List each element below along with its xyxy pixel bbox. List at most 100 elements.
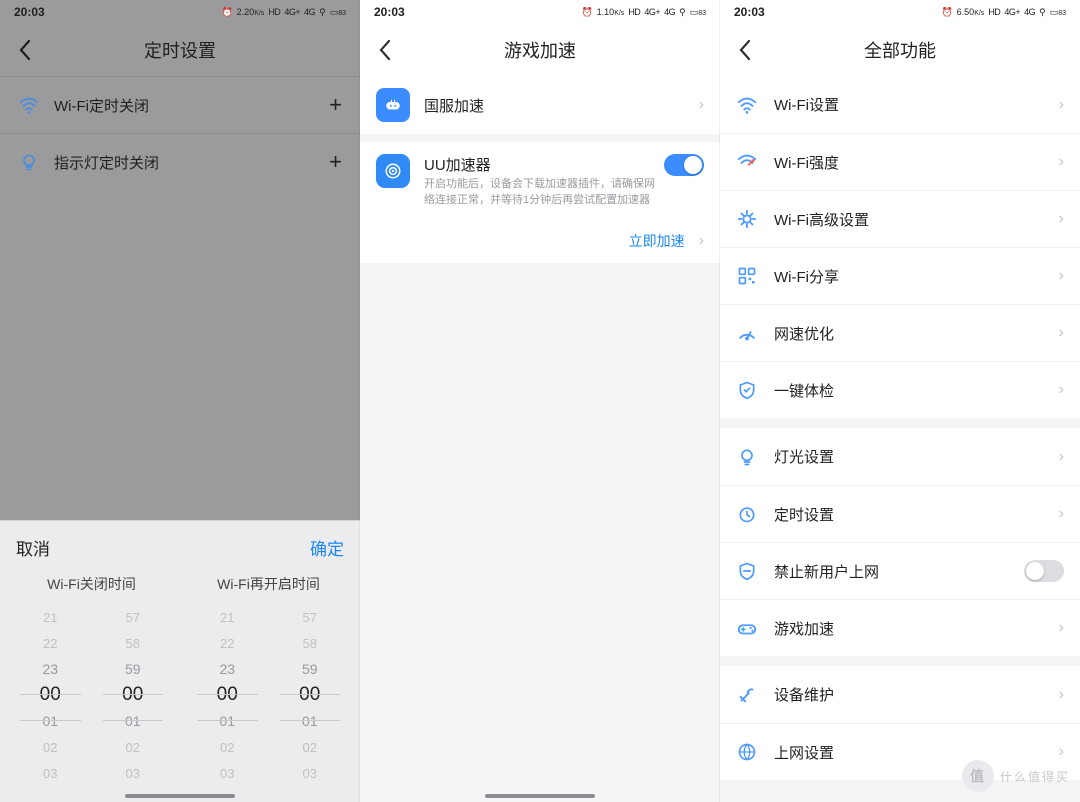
- row-subtitle: 开启功能后，设备会下载加速器插件，请确保网络连接正常，并等待1分钟后再尝试配置加…: [424, 177, 664, 209]
- page-title: 游戏加速: [504, 37, 576, 63]
- pane-timer-settings: 20:03 ⏰ 2.20K/s HD 4G+ 4G ⚲ ▭83 定时设置 Wi-…: [0, 0, 360, 802]
- item-light[interactable]: 灯光设置›: [720, 428, 1080, 485]
- chevron-right-icon: ›: [1053, 381, 1064, 399]
- back-button[interactable]: [10, 35, 40, 65]
- page-title: 全部功能: [864, 37, 936, 63]
- add-icon[interactable]: +: [329, 92, 342, 118]
- battery-icon: ▭83: [690, 7, 706, 18]
- confirm-button[interactable]: 确定: [310, 535, 344, 560]
- chevron-right-icon: ›: [1053, 96, 1064, 114]
- alarm-icon: ⏰: [941, 7, 952, 18]
- item-label: Wi-Fi强度: [774, 152, 1053, 173]
- item-wifi-strength[interactable]: Wi-Fi强度›: [720, 133, 1080, 190]
- item-label: 灯光设置: [774, 446, 1053, 467]
- item-label: 禁止新用户上网: [774, 561, 1024, 582]
- picker-off-time: Wi-Fi关闭时间 21222300010203 57585900010203: [16, 574, 167, 784]
- minute-wheel[interactable]: 57585900010203: [99, 604, 168, 784]
- block-new-toggle[interactable]: [1024, 560, 1064, 582]
- row-uu-accel: UU加速器 开启功能后，设备会下载加速器插件，请确保网络连接正常，并等待1分钟后…: [360, 142, 720, 221]
- time-picker-sheet: 取消 确定 Wi-Fi关闭时间 21222300010203 575859000…: [0, 520, 360, 802]
- battery-icon: ▭83: [330, 7, 346, 18]
- row-label: UU加速器: [424, 154, 664, 175]
- status-indicators: ⏰ 2.20K/s HD 4G+ 4G ⚲ ▭83: [221, 7, 346, 18]
- home-indicator[interactable]: [485, 794, 595, 798]
- uu-toggle[interactable]: [664, 154, 704, 176]
- net-settings-icon: [736, 741, 758, 763]
- light-icon: [736, 446, 758, 468]
- item-label: Wi-Fi设置: [774, 94, 1053, 115]
- item-health-check[interactable]: 一键体检›: [720, 361, 1080, 418]
- item-label: 一键体检: [774, 380, 1053, 401]
- wifi-icon: ⚲: [679, 7, 686, 18]
- chevron-right-icon: ›: [693, 232, 704, 250]
- alarm-icon: ⏰: [581, 7, 592, 18]
- timer-icon: [736, 503, 758, 525]
- item-label: 定时设置: [774, 504, 1053, 525]
- item-game-boost[interactable]: 游戏加速›: [720, 599, 1080, 656]
- wifi-icon: ⚲: [319, 7, 326, 18]
- wifi-share-icon: [736, 265, 758, 287]
- watermark: 值 什么值得买: [962, 760, 1070, 792]
- health-check-icon: [736, 379, 758, 401]
- item-label: 网速优化: [774, 323, 1053, 344]
- function-list: Wi-Fi设置›Wi-Fi强度›Wi-Fi高级设置›Wi-Fi分享›网速优化›一…: [720, 76, 1080, 780]
- picker-col-title: Wi-Fi再开启时间: [193, 574, 344, 594]
- chevron-right-icon: ›: [1053, 619, 1064, 637]
- wifi-icon: [18, 94, 40, 116]
- hour-wheel[interactable]: 21222300010203: [16, 604, 85, 784]
- chevron-right-icon: ›: [1053, 686, 1064, 704]
- picker-on-time: Wi-Fi再开启时间 21222300010203 57585900010203: [193, 574, 344, 784]
- status-bar: 20:03 ⏰ 2.20K/s HD 4G+ 4G ⚲ ▭83: [0, 0, 360, 24]
- status-time: 20:03: [14, 5, 45, 19]
- item-label: 游戏加速: [774, 618, 1053, 639]
- item-wifi-advanced[interactable]: Wi-Fi高级设置›: [720, 190, 1080, 247]
- hour-wheel[interactable]: 21222300010203: [193, 604, 262, 784]
- watermark-badge: 值: [962, 760, 994, 792]
- status-time: 20:03: [374, 5, 405, 19]
- picker-col-title: Wi-Fi关闭时间: [16, 574, 167, 594]
- row-label: Wi-Fi定时关闭: [54, 95, 329, 116]
- item-timer[interactable]: 定时设置›: [720, 485, 1080, 542]
- chevron-right-icon: ›: [1053, 153, 1064, 171]
- item-maintain[interactable]: 设备维护›: [720, 666, 1080, 723]
- back-button[interactable]: [730, 35, 760, 65]
- item-wifi-settings[interactable]: Wi-Fi设置›: [720, 76, 1080, 133]
- status-bar: 20:03 ⏰ 6.50K/s HD 4G+ 4G ⚲ ▭83: [720, 0, 1080, 24]
- nav-bar: 全部功能: [720, 24, 1080, 76]
- row-wifi-timer[interactable]: Wi-Fi定时关闭 +: [0, 76, 360, 133]
- wifi-icon: ⚲: [1039, 7, 1046, 18]
- status-indicators: ⏰ 6.50K/s HD 4G+ 4G ⚲ ▭83: [941, 7, 1066, 18]
- wifi-strength-icon: [736, 151, 758, 173]
- chevron-right-icon: ›: [1053, 210, 1064, 228]
- cancel-button[interactable]: 取消: [16, 535, 50, 560]
- chevron-right-icon: ›: [1053, 743, 1064, 761]
- status-bar: 20:03 ⏰ 1.10K/s HD 4G+ 4G ⚲ ▭83: [360, 0, 720, 24]
- item-label: 设备维护: [774, 684, 1053, 705]
- row-label: 指示灯定时关闭: [54, 152, 329, 173]
- back-button[interactable]: [370, 35, 400, 65]
- maintain-icon: [736, 684, 758, 706]
- accel-now-link[interactable]: 立即加速 ›: [360, 221, 720, 263]
- row-cn-accel[interactable]: 国服加速 ›: [360, 76, 720, 134]
- item-wifi-share[interactable]: Wi-Fi分享›: [720, 247, 1080, 304]
- game-boost-icon: [736, 617, 758, 639]
- watermark-text: 什么值得买: [1000, 768, 1070, 785]
- item-label: Wi-Fi高级设置: [774, 209, 1053, 230]
- bulb-icon: [18, 151, 40, 173]
- status-time: 20:03: [734, 5, 765, 19]
- item-block-new[interactable]: 禁止新用户上网: [720, 542, 1080, 599]
- net-optimize-icon: [736, 322, 758, 344]
- nav-bar: 定时设置: [0, 24, 360, 76]
- chevron-right-icon: ›: [1053, 505, 1064, 523]
- row-led-timer[interactable]: 指示灯定时关闭 +: [0, 133, 360, 190]
- pane-all-functions: 20:03 ⏰ 6.50K/s HD 4G+ 4G ⚲ ▭83 全部功能 Wi-…: [720, 0, 1080, 802]
- chevron-right-icon: ›: [1053, 448, 1064, 466]
- page-title: 定时设置: [144, 37, 216, 63]
- add-icon[interactable]: +: [329, 149, 342, 175]
- home-indicator[interactable]: [125, 794, 235, 798]
- item-net-optimize[interactable]: 网速优化›: [720, 304, 1080, 361]
- status-indicators: ⏰ 1.10K/s HD 4G+ 4G ⚲ ▭83: [581, 7, 706, 18]
- minute-wheel[interactable]: 57585900010203: [276, 604, 345, 784]
- block-new-icon: [736, 560, 758, 582]
- chevron-right-icon: ›: [693, 96, 704, 114]
